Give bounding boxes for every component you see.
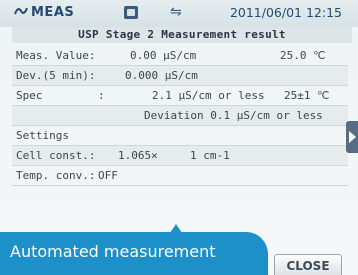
device-screen: MEAS ⇋ 2011/06/01 12:15 USP Stage 2 Meas…: [0, 0, 358, 275]
meas-value-temperature: 25.0 ℃: [280, 49, 326, 62]
meas-value-row: Meas. Value: 0.00 µS/cm 25.0 ℃: [12, 46, 348, 66]
dev-label: Dev.(5 min):: [16, 69, 96, 82]
spec-label: Spec: [16, 89, 43, 102]
spec-separator: :: [98, 89, 105, 102]
status-bar: MEAS ⇋ 2011/06/01 12:15: [0, 0, 358, 27]
temp-conv-label: Temp. conv.:: [16, 169, 96, 182]
usb-icon: ⇋: [170, 4, 182, 20]
spec-row: Spec : 2.1 µS/cm or less 25±1 ℃: [12, 86, 348, 106]
temp-conv-value: OFF: [98, 169, 118, 182]
meas-value-conductivity: 0.00 µS/cm: [130, 49, 197, 62]
cell-const-label: Cell const.:: [16, 149, 96, 162]
temp-conv-row: Temp. conv.: OFF: [12, 166, 348, 186]
settings-heading: Settings: [16, 129, 69, 142]
deviation-spec-value: Deviation 0.1 µS/cm or less: [144, 109, 323, 122]
memory-icon: [124, 6, 138, 19]
cell-const-value: 1.065×: [118, 149, 158, 162]
meas-value-label: Meas. Value:: [16, 49, 96, 62]
caption-banner: Automated measurement: [0, 232, 268, 275]
deviation-5min-row: Dev.(5 min): 0.000 µS/cm: [12, 66, 348, 86]
spec-temperature: 25±1 ℃: [284, 89, 330, 102]
cell-const-unit: 1 cm-1: [190, 149, 230, 162]
date-time: 2011/06/01 12:15: [229, 5, 342, 20]
brand-label: MEAS: [31, 5, 75, 20]
dev-value: 0.000 µS/cm: [125, 69, 198, 82]
meas-logo-icon: [14, 7, 28, 15]
cell-const-row: Cell const.: 1.065× 1 cm-1: [12, 146, 348, 166]
spec-conductivity: 2.1 µS/cm or less: [152, 89, 265, 102]
settings-header-row: Settings: [12, 126, 348, 146]
close-button[interactable]: CLOSE: [274, 254, 342, 275]
deviation-spec-row: Deviation 0.1 µS/cm or less: [12, 106, 348, 126]
next-page-arrow-icon[interactable]: [346, 121, 358, 153]
page-title: USP Stage 2 Measurement result: [12, 27, 352, 43]
brand: MEAS: [14, 5, 74, 20]
